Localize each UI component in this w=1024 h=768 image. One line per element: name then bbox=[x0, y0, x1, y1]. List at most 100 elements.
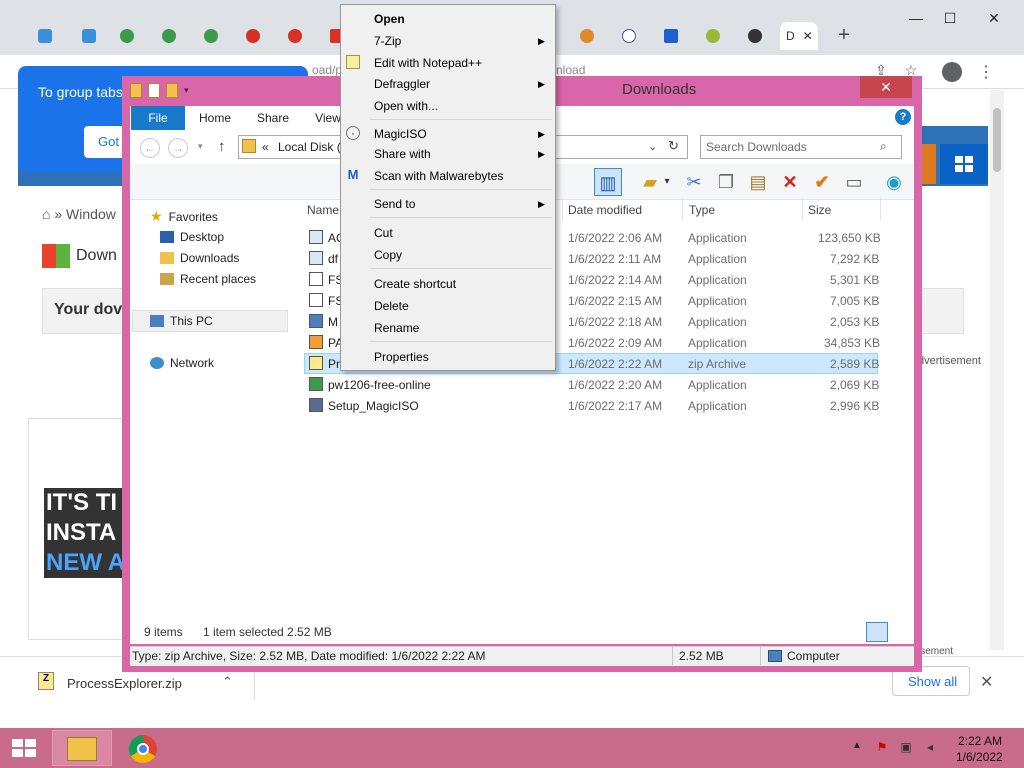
properties-icon[interactable] bbox=[148, 82, 160, 98]
taskbar-file-explorer[interactable] bbox=[52, 730, 112, 766]
back-button[interactable]: ← bbox=[140, 138, 160, 158]
recent-locations-icon[interactable]: ▾ bbox=[198, 141, 203, 152]
download-item-name[interactable]: ProcessExplorer.zip bbox=[67, 676, 182, 691]
new-folder-icon[interactable] bbox=[166, 82, 178, 98]
close-window-button[interactable]: ✕ bbox=[860, 76, 912, 98]
menu-item-defraggler[interactable]: Defraggler bbox=[374, 77, 430, 91]
clock-date[interactable]: 1/6/2022 bbox=[956, 750, 1003, 764]
menu-item-malwarebytes[interactable]: Scan with Malwarebytes bbox=[374, 169, 503, 183]
volume-muted-icon[interactable]: ◂ bbox=[922, 740, 938, 756]
profile-avatar-icon[interactable] bbox=[942, 62, 962, 82]
column-divider[interactable] bbox=[682, 198, 683, 220]
ad-banner-text[interactable]: IT'S TI INSTA NEW A bbox=[44, 488, 128, 578]
chevron-down-icon[interactable]: ▾ bbox=[660, 168, 674, 196]
nav-desktop[interactable]: Desktop bbox=[160, 230, 224, 244]
search-input[interactable] bbox=[702, 137, 872, 157]
chrome-tab[interactable] bbox=[152, 22, 192, 50]
delete-icon[interactable]: ✕ bbox=[776, 168, 804, 196]
menu-item-open[interactable]: Open bbox=[374, 12, 405, 26]
chrome-menu-icon[interactable]: ⋮ bbox=[978, 62, 994, 82]
maximize-button[interactable]: ☐ bbox=[940, 10, 960, 27]
page-scrollbar[interactable] bbox=[990, 90, 1004, 650]
close-shelf-icon[interactable]: ✕ bbox=[980, 672, 993, 692]
tab-home[interactable]: Home bbox=[190, 106, 240, 130]
nav-downloads[interactable]: Downloads bbox=[160, 251, 239, 265]
globe-icon[interactable]: ◉ bbox=[880, 168, 908, 196]
copy-icon[interactable]: ❐ bbox=[712, 168, 740, 196]
tab-close-icon[interactable]: ✕ bbox=[803, 29, 813, 43]
close-window-button[interactable]: ✕ bbox=[984, 10, 1004, 27]
new-tab-button[interactable]: + bbox=[834, 24, 854, 47]
nav-this-pc[interactable]: This PC bbox=[150, 314, 213, 328]
chrome-tab[interactable] bbox=[696, 22, 736, 50]
menu-item-create-shortcut[interactable]: Create shortcut bbox=[374, 277, 456, 291]
chrome-tab[interactable] bbox=[278, 22, 318, 50]
chrome-tab[interactable] bbox=[72, 22, 112, 50]
minimize-button[interactable]: — bbox=[906, 10, 926, 26]
chevron-down-icon[interactable]: ▾ bbox=[184, 85, 189, 96]
paste-icon[interactable]: ▤ bbox=[744, 168, 772, 196]
menu-item-open-with[interactable]: Open with... bbox=[374, 99, 438, 113]
omnibox-text[interactable]: nload bbox=[556, 63, 616, 77]
column-header-size[interactable]: Size bbox=[808, 203, 831, 217]
chrome-tab[interactable] bbox=[738, 22, 778, 50]
chrome-tab[interactable] bbox=[612, 22, 652, 50]
menu-item-magiciso[interactable]: MagicISO bbox=[374, 127, 427, 141]
chrome-tab[interactable] bbox=[110, 22, 150, 50]
menu-item-rename[interactable]: Rename bbox=[374, 321, 419, 335]
menu-item-7zip[interactable]: 7-Zip bbox=[374, 34, 401, 48]
menu-item-delete[interactable]: Delete bbox=[374, 299, 409, 313]
magiciso-icon: · bbox=[346, 126, 360, 140]
chrome-tab[interactable] bbox=[654, 22, 694, 50]
folder-icon[interactable] bbox=[130, 82, 142, 98]
cut-icon[interactable]: ✂ bbox=[680, 168, 708, 196]
start-button[interactable] bbox=[8, 734, 40, 762]
checkmark-icon[interactable]: ✔ bbox=[808, 168, 836, 196]
chrome-tab[interactable] bbox=[28, 22, 68, 50]
up-folder-button[interactable]: ↑ bbox=[218, 138, 226, 155]
forward-button[interactable]: → bbox=[168, 138, 188, 158]
taskbar-chrome[interactable] bbox=[114, 730, 174, 766]
chevron-up-icon[interactable]: ⌃ bbox=[222, 674, 233, 690]
menu-item-properties[interactable]: Properties bbox=[374, 350, 429, 364]
windows-logo-icon[interactable] bbox=[940, 144, 988, 184]
details-view-button[interactable] bbox=[866, 622, 888, 642]
column-divider[interactable] bbox=[802, 198, 803, 220]
submenu-arrow-icon: ▶ bbox=[538, 199, 545, 209]
column-header-date[interactable]: Date modified bbox=[568, 203, 642, 217]
rename-icon[interactable]: ▭ bbox=[840, 168, 868, 196]
nav-favorites[interactable]: ★ Favorites bbox=[150, 208, 218, 225]
menu-item-notepad[interactable]: Edit with Notepad++ bbox=[374, 56, 482, 70]
column-header-name[interactable]: Name bbox=[307, 203, 339, 217]
search-icon[interactable]: ⌕ bbox=[880, 139, 887, 154]
chrome-tab-active[interactable]: D ✕ bbox=[780, 22, 818, 50]
address-path[interactable]: Local Disk ( bbox=[278, 140, 341, 154]
action-center-flag-icon[interactable]: ⚑ bbox=[874, 740, 890, 756]
home-icon[interactable]: ⌂ bbox=[42, 206, 50, 222]
column-divider[interactable] bbox=[880, 198, 881, 220]
breadcrumb-item[interactable]: Window bbox=[66, 206, 116, 222]
help-icon[interactable]: ? bbox=[895, 109, 911, 125]
address-overflow[interactable]: « bbox=[262, 140, 269, 154]
layout-pane-icon[interactable]: ▥ bbox=[594, 168, 622, 196]
show-hidden-icons-button[interactable]: ▲ bbox=[852, 740, 862, 751]
tab-share[interactable]: Share bbox=[250, 106, 296, 130]
chrome-tab[interactable] bbox=[194, 22, 234, 50]
clock-time[interactable]: 2:22 AM bbox=[958, 734, 1002, 748]
nav-recent[interactable]: Recent places bbox=[160, 272, 256, 286]
network-status-icon[interactable]: ▣ bbox=[898, 740, 914, 756]
address-dropdown-icon[interactable]: ⌄ bbox=[648, 140, 657, 153]
column-header-type[interactable]: Type bbox=[689, 203, 715, 217]
chrome-tab[interactable] bbox=[236, 22, 276, 50]
large-icons-view-button[interactable] bbox=[890, 622, 910, 642]
menu-item-send-to[interactable]: Send to bbox=[374, 197, 415, 211]
scrollbar-thumb[interactable] bbox=[993, 108, 1001, 172]
menu-item-cut[interactable]: Cut bbox=[374, 226, 393, 240]
column-divider[interactable] bbox=[562, 198, 563, 220]
menu-item-copy[interactable]: Copy bbox=[374, 248, 402, 262]
nav-network[interactable]: Network bbox=[150, 356, 214, 370]
tab-file[interactable]: File bbox=[131, 106, 185, 130]
refresh-icon[interactable]: ↻ bbox=[668, 138, 679, 154]
menu-item-share-with[interactable]: Share with bbox=[374, 147, 431, 161]
chrome-tab[interactable] bbox=[570, 22, 610, 50]
